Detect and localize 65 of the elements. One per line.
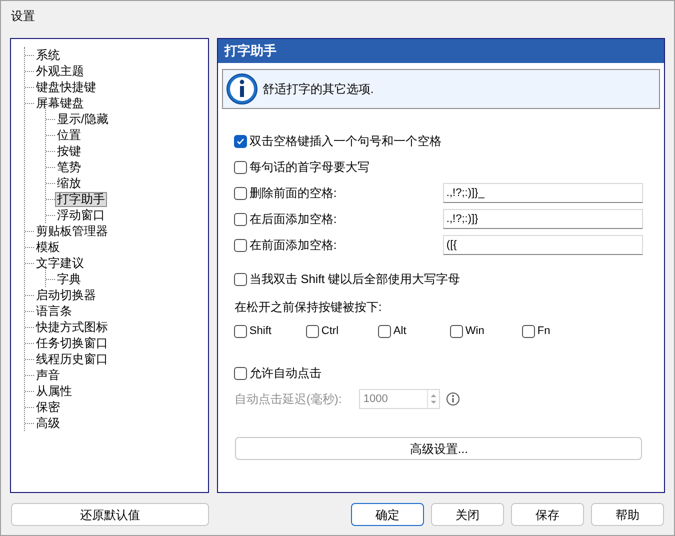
info-icon[interactable] — [446, 392, 460, 406]
checkmark-icon — [236, 136, 246, 146]
tree-item[interactable]: 笔势 — [55, 160, 83, 174]
checkbox[interactable] — [234, 186, 248, 200]
checkbox[interactable] — [306, 324, 320, 338]
checkbox[interactable] — [234, 324, 248, 338]
tree-item[interactable]: 启动切换器 — [34, 288, 98, 302]
tree-item[interactable]: 浮动窗口 — [55, 208, 107, 222]
checkbox[interactable] — [378, 324, 392, 338]
checkbox[interactable] — [234, 238, 248, 252]
tree-item[interactable]: 声音 — [34, 368, 62, 382]
checkbox[interactable] — [234, 134, 248, 148]
checkbox[interactable] — [450, 324, 464, 338]
window-title: 设置 — [11, 8, 35, 25]
tree-item[interactable]: 剪贴板管理器 — [34, 224, 110, 238]
checkbox-label[interactable]: 每句话的首字母要大写 — [249, 158, 370, 176]
tree-item[interactable]: 从属性 — [34, 384, 74, 398]
checkbox-label[interactable]: 在前面添加空格: — [249, 236, 337, 254]
dialog-button[interactable]: 保存 — [511, 503, 584, 526]
tree-item[interactable]: 字典 — [55, 272, 83, 286]
checkbox-label[interactable]: 双击空格键插入一个句号和一个空格 — [249, 132, 442, 150]
tree-item[interactable]: 任务切换窗口 — [34, 336, 110, 350]
panel-title: 打字助手 — [224, 42, 276, 60]
checkbox-label[interactable]: 在后面添加空格: — [249, 210, 337, 228]
input-field[interactable]: ([{ — [443, 235, 644, 255]
checkbox-label[interactable]: Win — [465, 322, 484, 340]
delay-label: 自动点击延迟(毫秒): — [234, 391, 343, 408]
tree-item[interactable]: 位置 — [55, 128, 83, 142]
restore-defaults-button[interactable]: 还原默认值 — [11, 503, 209, 526]
tree-item[interactable]: 外观主题 — [34, 64, 86, 78]
checkbox-label[interactable]: Ctrl — [321, 322, 339, 340]
checkbox-label[interactable]: Alt — [393, 322, 406, 340]
input-field[interactable]: .,!?;:)]}_ — [443, 183, 644, 203]
checkbox[interactable] — [522, 324, 536, 338]
dialog-button[interactable]: 确定 — [351, 503, 424, 526]
tree-item[interactable]: 保密 — [34, 400, 62, 414]
checkbox[interactable] — [234, 212, 248, 226]
tree-item[interactable]: 线程历史窗口 — [34, 352, 110, 366]
tree-item[interactable]: 快捷方式图标 — [34, 320, 110, 334]
tree-item[interactable]: 系统 — [34, 48, 62, 62]
checkbox[interactable] — [234, 366, 248, 380]
tree-item[interactable]: 模板 — [34, 240, 62, 254]
tree-item[interactable]: 屏幕键盘 — [34, 96, 86, 110]
checkbox-label[interactable]: 允许自动点击 — [249, 364, 322, 382]
checkbox-label[interactable]: Fn — [537, 322, 550, 340]
tree-item[interactable]: 按键 — [55, 144, 83, 158]
info-icon — [226, 73, 258, 105]
info-text: 舒适打字的其它选项. — [262, 81, 374, 98]
checkbox-label[interactable]: Shift — [249, 322, 272, 340]
dialog-button[interactable]: 帮助 — [591, 503, 664, 526]
section-label: 在松开之前保持按键被按下: — [234, 300, 382, 314]
input-field[interactable]: .,!?;:)]} — [443, 209, 644, 229]
checkbox-label[interactable]: 当我双击 Shift 键以后全部使用大写字母 — [249, 270, 460, 288]
tree-item[interactable]: 高级 — [34, 416, 62, 430]
tree-item[interactable]: 语言条 — [34, 304, 74, 318]
advanced-settings-button[interactable]: 高级设置... — [235, 437, 642, 460]
tree-item[interactable]: 显示/隐藏 — [55, 112, 110, 126]
checkbox-label[interactable]: 删除前面的空格: — [249, 184, 337, 202]
tree-item[interactable]: 键盘快捷键 — [34, 80, 98, 94]
tree-item[interactable]: 缩放 — [55, 176, 83, 190]
checkbox[interactable] — [234, 160, 248, 174]
tree-item[interactable]: 文字建议 — [34, 256, 86, 270]
tree-item[interactable]: 打字助手 — [55, 192, 107, 206]
dialog-button[interactable]: 关闭 — [431, 503, 504, 526]
checkbox[interactable] — [234, 272, 248, 286]
